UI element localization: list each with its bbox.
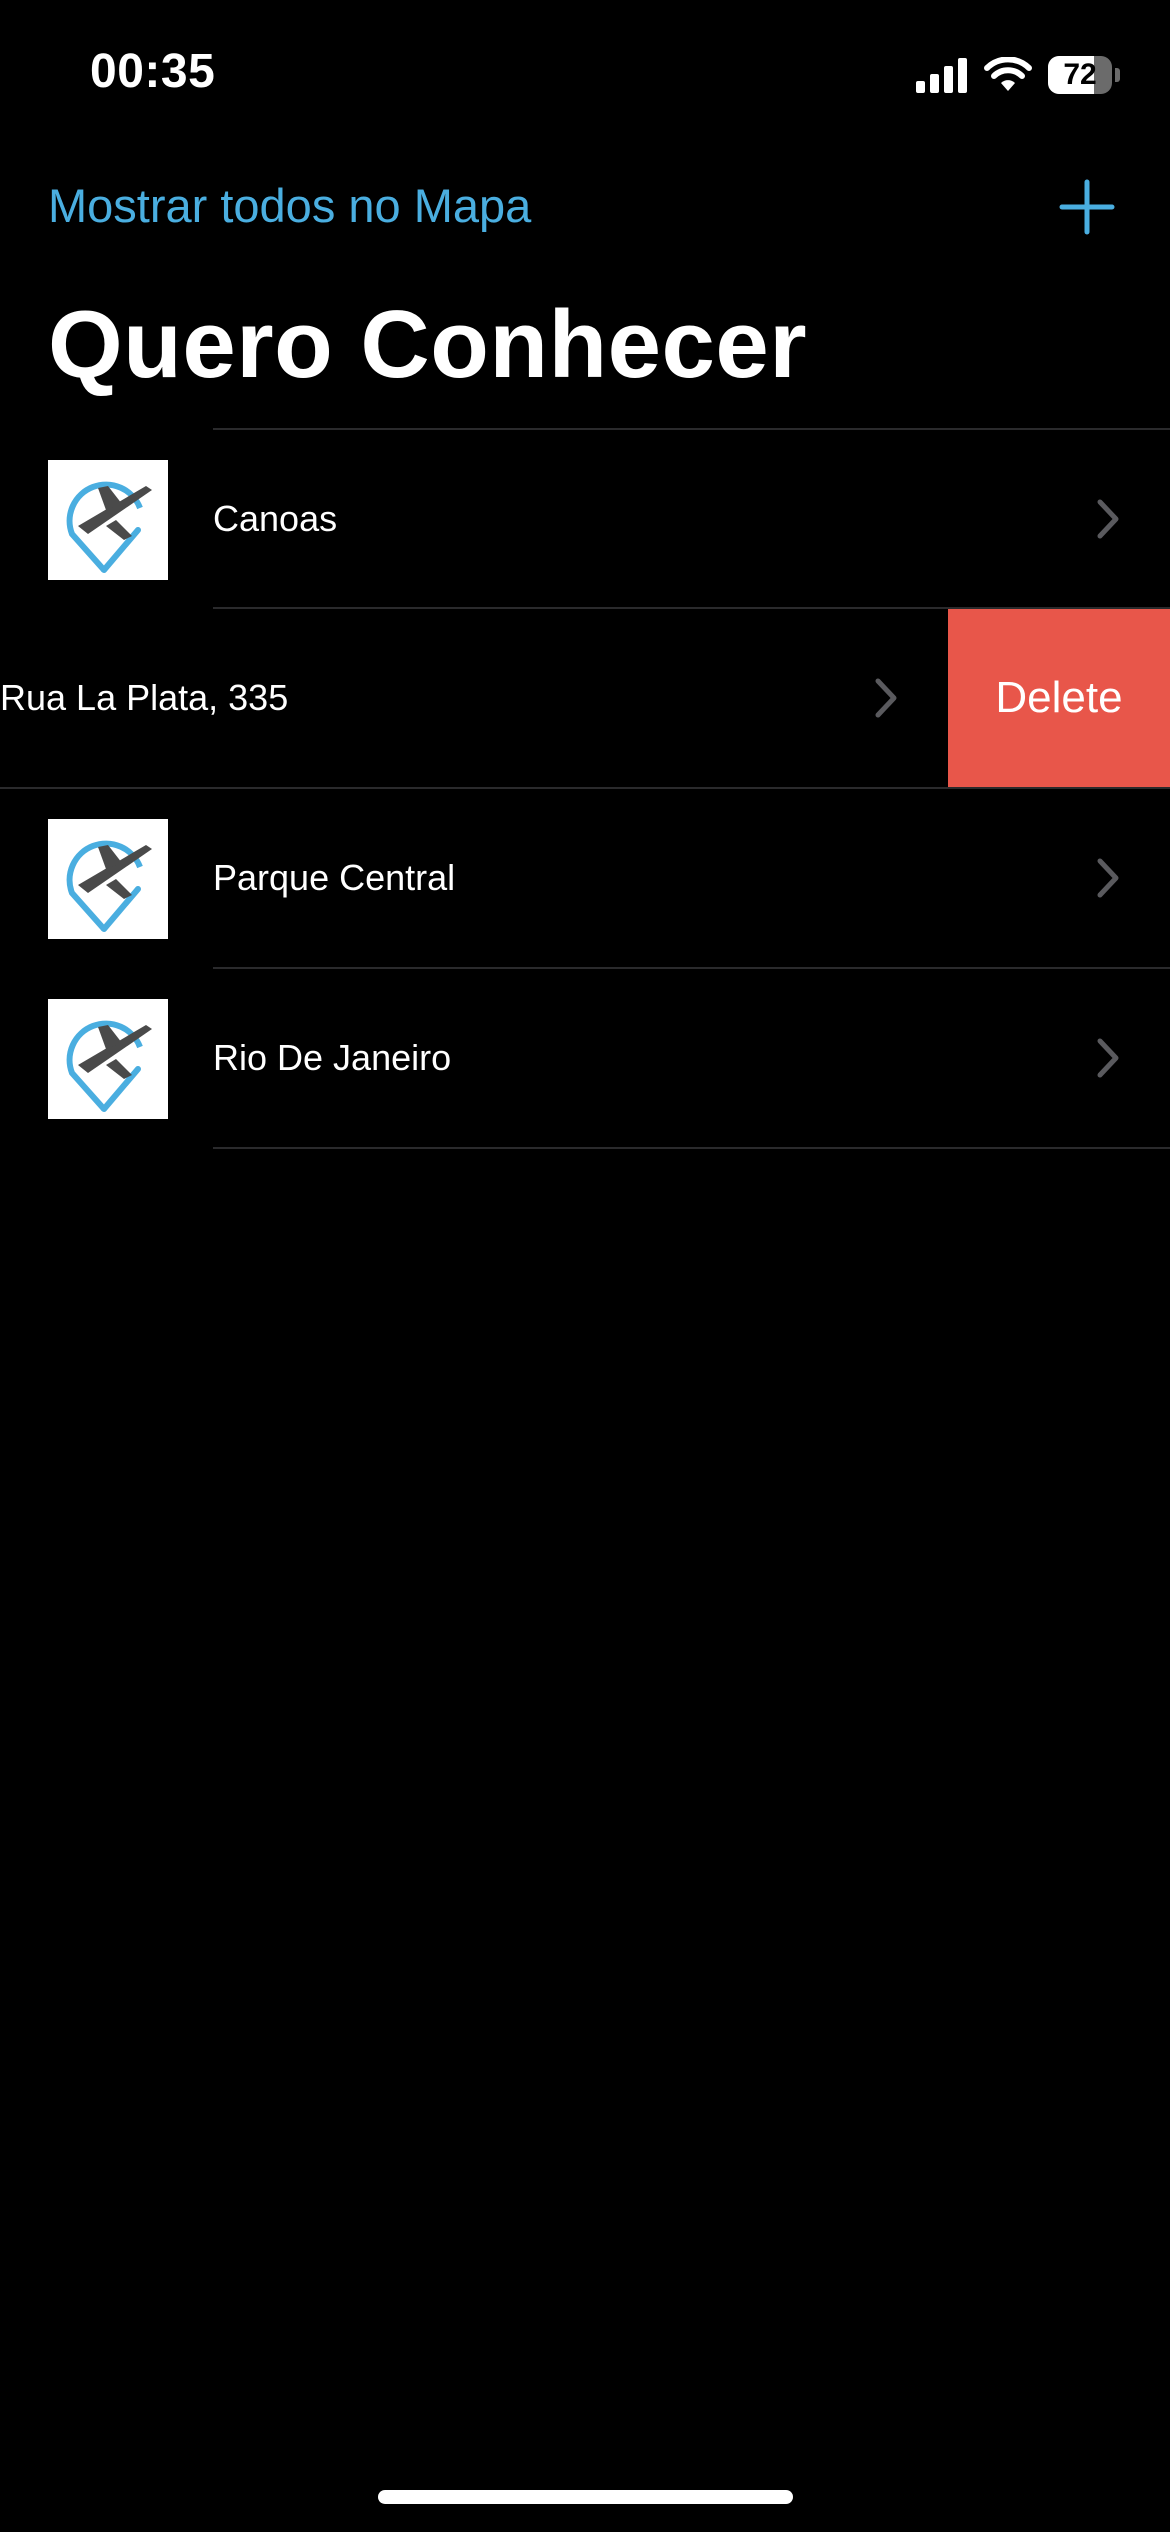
row-separator — [213, 1147, 1170, 1149]
list-item[interactable]: Rio De Janeiro — [0, 969, 1170, 1147]
place-thumbnail — [48, 460, 168, 580]
add-place-button[interactable] — [1052, 172, 1122, 242]
travel-pin-plane-icon — [66, 1020, 152, 1112]
list-item[interactable]: Parque Central — [0, 789, 1170, 967]
status-time: 00:35 — [90, 45, 216, 98]
status-icons: 72 — [916, 52, 1120, 98]
list-item-swiped[interactable]: Rua La Plata, 335 Delete — [0, 609, 1170, 787]
place-name: Canoas — [213, 498, 338, 539]
home-indicator[interactable] — [378, 2490, 793, 2504]
place-name: Rua La Plata, 335 — [0, 677, 289, 718]
place-name: Parque Central — [213, 857, 456, 898]
chevron-right-icon — [1097, 858, 1119, 898]
navigation-bar: Mostrar todos no Mapa — [0, 160, 1170, 256]
show-all-on-map-button[interactable]: Mostrar todos no Mapa — [48, 178, 531, 233]
chevron-right-icon — [1097, 499, 1119, 539]
travel-pin-plane-icon — [66, 840, 152, 932]
chevron-right-icon — [875, 678, 897, 718]
place-thumbnail — [48, 819, 168, 939]
battery-level: 72 — [1063, 58, 1097, 91]
delete-button[interactable]: Delete — [948, 609, 1170, 787]
cellular-signal-icon — [916, 58, 967, 93]
status-bar: 00:35 72 — [0, 0, 1170, 150]
chevron-right-icon — [1097, 1038, 1119, 1078]
page-title: Quero Conhecer — [48, 291, 808, 398]
wifi-icon — [984, 57, 1032, 91]
list-item[interactable]: Canoas — [0, 430, 1170, 608]
travel-pin-plane-icon — [66, 481, 152, 573]
place-name: Rio De Janeiro — [213, 1037, 452, 1078]
plus-icon — [1059, 179, 1115, 235]
battery-icon: 72 — [1048, 56, 1120, 94]
place-thumbnail — [48, 999, 168, 1119]
